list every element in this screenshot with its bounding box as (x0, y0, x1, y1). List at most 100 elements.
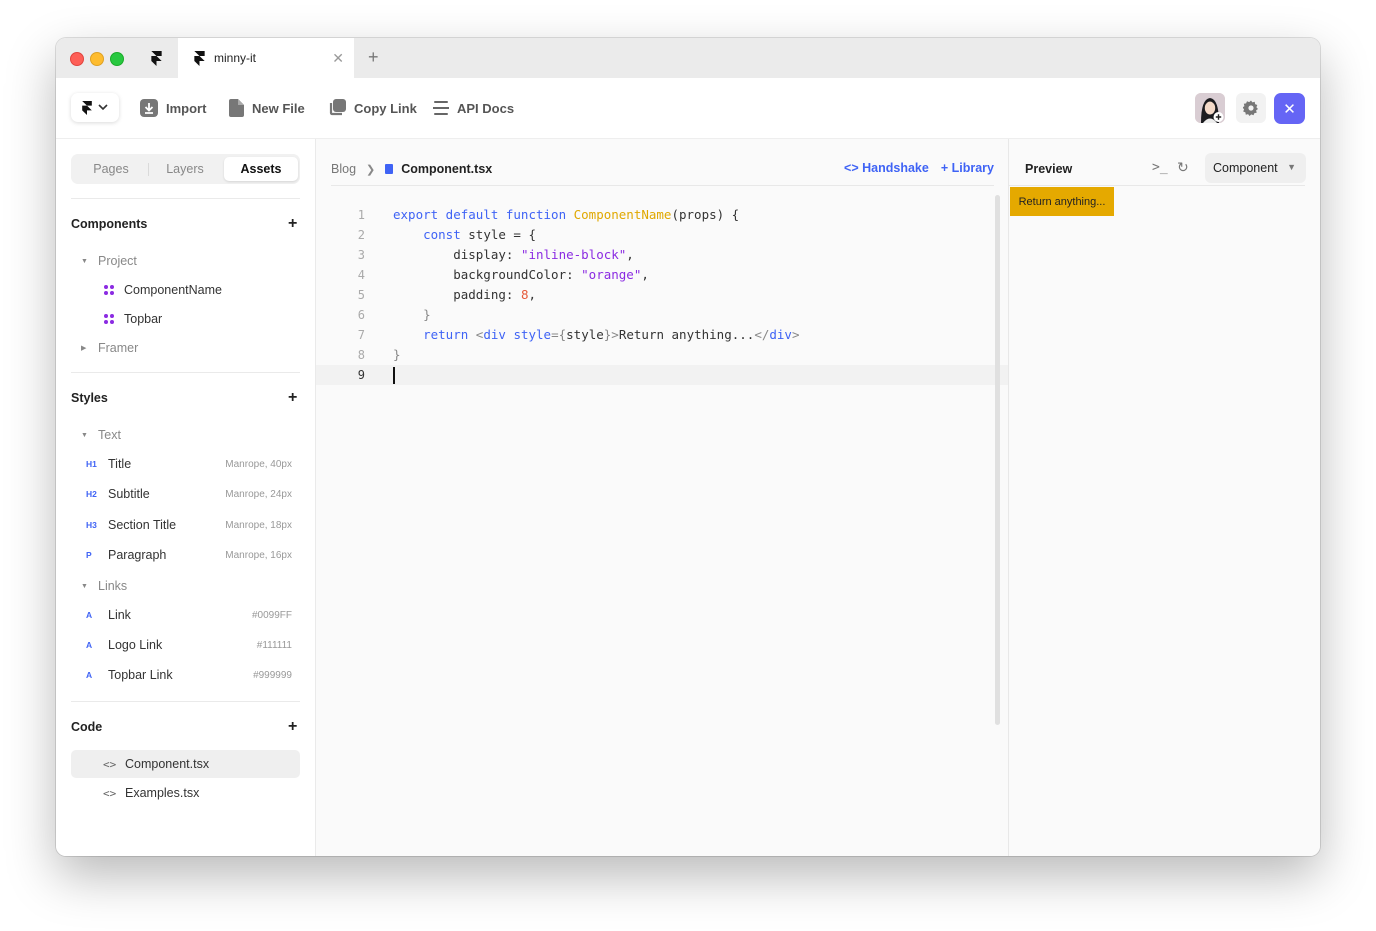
line-number: 4 (357, 268, 365, 282)
editor-scrollbar[interactable] (995, 195, 1000, 725)
code-text: return <div style={style}>Return anythin… (423, 327, 800, 342)
caret-down-icon: ▼ (81, 431, 88, 439)
text-style-item[interactable]: H2 Subtitle Manrope, 24px (71, 483, 300, 505)
add-component-plus-icon[interactable]: + (288, 216, 297, 232)
line-number: 5 (357, 288, 365, 302)
code-line: 1 export default function ComponentName(… (316, 205, 1008, 225)
app-menu-button[interactable] (71, 93, 119, 122)
framer-logo-icon (194, 50, 205, 66)
import-icon (140, 99, 158, 117)
style-label: Title (108, 457, 132, 471)
terminal-icon[interactable]: >_ (1152, 160, 1168, 175)
line-number: 1 (357, 208, 365, 222)
text-style-item[interactable]: P Paragraph Manrope, 16px (71, 544, 300, 566)
code-text: padding: 8, (393, 287, 536, 302)
handshake-label: Handshake (862, 161, 929, 175)
home-tab[interactable] (140, 46, 172, 70)
folder-framer[interactable]: ▶ Framer (71, 337, 300, 359)
style-meta: #0099FF (251, 609, 292, 621)
component-icon (104, 285, 114, 295)
close-button[interactable]: ✕ (1274, 93, 1305, 124)
divider (71, 372, 300, 373)
component-item[interactable]: ComponentName (71, 279, 300, 301)
divider (71, 701, 300, 702)
tab-close-icon[interactable]: ✕ (332, 50, 344, 66)
handshake-button[interactable]: <> Handshake (844, 161, 929, 175)
style-tag: H3 (86, 520, 97, 530)
code-line: 6 } (316, 305, 1008, 325)
menu-lines-icon (433, 101, 449, 115)
tab-layers[interactable]: Layers (148, 157, 222, 181)
tab-pages[interactable]: Pages (74, 157, 148, 181)
tab-assets[interactable]: Assets (224, 157, 298, 181)
settings-button[interactable] (1236, 93, 1266, 123)
style-label: Paragraph (108, 548, 167, 562)
add-style-plus-icon[interactable]: + (288, 390, 297, 406)
caret-down-icon: ▼ (81, 257, 88, 265)
toolbar: Import New File Copy Link API Docs ✕ (56, 78, 1320, 139)
folder-label: Links (98, 579, 128, 593)
new-file-button[interactable]: New File (229, 98, 305, 118)
component-icon (104, 314, 114, 324)
sidebar-segmented-control: Pages Layers Assets (71, 154, 300, 184)
component-label: ComponentName (124, 283, 222, 297)
app-window: minny-it ✕ + Import New File Copy Link A… (56, 38, 1320, 856)
link-style-item[interactable]: A Link #0099FF (71, 604, 300, 626)
line-number: 8 (357, 348, 365, 362)
new-tab-plus-icon[interactable]: + (368, 47, 379, 67)
chevron-down-icon (98, 104, 108, 111)
code-text: } (393, 347, 401, 362)
library-label: Library (951, 161, 994, 175)
preview-title: Preview (1025, 162, 1073, 176)
library-button[interactable]: + Library (941, 161, 994, 175)
style-label: Topbar Link (108, 668, 173, 682)
code-line-current: 9 (316, 365, 1008, 385)
text-style-item[interactable]: H1 Title Manrope, 40px (71, 453, 300, 475)
avatar[interactable] (1195, 93, 1225, 123)
link-style-item[interactable]: A Topbar Link #999999 (71, 664, 300, 686)
code-text: } (423, 307, 431, 322)
breadcrumb-folder[interactable]: Blog (331, 162, 356, 176)
style-tag: H1 (86, 459, 97, 469)
api-docs-button[interactable]: API Docs (433, 98, 514, 118)
file-icon (229, 99, 244, 117)
text-style-item[interactable]: H3 Section Title Manrope, 18px (71, 514, 300, 536)
preview-header: Preview >_ ↻ Component ▼ (1009, 153, 1306, 186)
folder-project[interactable]: ▼ Project (71, 250, 300, 272)
caret-right-icon: ▶ (81, 345, 87, 352)
code-brackets-icon: <> (103, 757, 117, 771)
code-line: 8 } (316, 345, 1008, 365)
code-line: 5 padding: 8, (316, 285, 1008, 305)
component-select[interactable]: Component ▼ (1205, 153, 1306, 183)
add-code-file-plus-icon[interactable]: + (288, 719, 297, 735)
style-meta: Manrope, 40px (225, 458, 292, 470)
style-meta: #999999 (253, 669, 292, 681)
plus-icon: + (940, 161, 952, 175)
folder-label: Framer (98, 341, 139, 355)
style-meta: Manrope, 18px (225, 519, 292, 531)
code-file-label: Component.tsx (125, 757, 210, 771)
code-file-item[interactable]: <> Examples.tsx (71, 779, 300, 807)
code-text: export default function ComponentName(pr… (393, 207, 740, 222)
folder-links[interactable]: ▼ Links (71, 575, 300, 597)
code-area[interactable]: 1 export default function ComponentName(… (316, 205, 1008, 385)
import-button[interactable]: Import (140, 98, 206, 118)
file-icon (385, 164, 394, 174)
code-text: backgroundColor: "orange", (393, 267, 649, 282)
copy-link-button[interactable]: Copy Link (328, 98, 417, 118)
editor-header: Blog ❯ Component.tsx <> Handshake + Libr… (331, 153, 994, 186)
reload-icon[interactable]: ↻ (1177, 159, 1189, 176)
code-file-item[interactable]: <> Component.tsx (71, 750, 300, 778)
minimize-window-button[interactable] (90, 52, 104, 66)
link-style-item[interactable]: A Logo Link #111111 (71, 634, 300, 656)
close-window-button[interactable] (70, 52, 84, 66)
style-meta: #111111 (256, 639, 292, 651)
project-tab[interactable]: minny-it ✕ (178, 38, 354, 78)
new-file-label: New File (252, 100, 305, 116)
folder-text[interactable]: ▼ Text (71, 424, 300, 446)
component-item[interactable]: Topbar (71, 308, 300, 330)
zoom-window-button[interactable] (110, 52, 124, 66)
style-label: Logo Link (108, 638, 163, 652)
caret-down-icon: ▼ (81, 582, 88, 590)
line-number: 9 (357, 368, 365, 382)
